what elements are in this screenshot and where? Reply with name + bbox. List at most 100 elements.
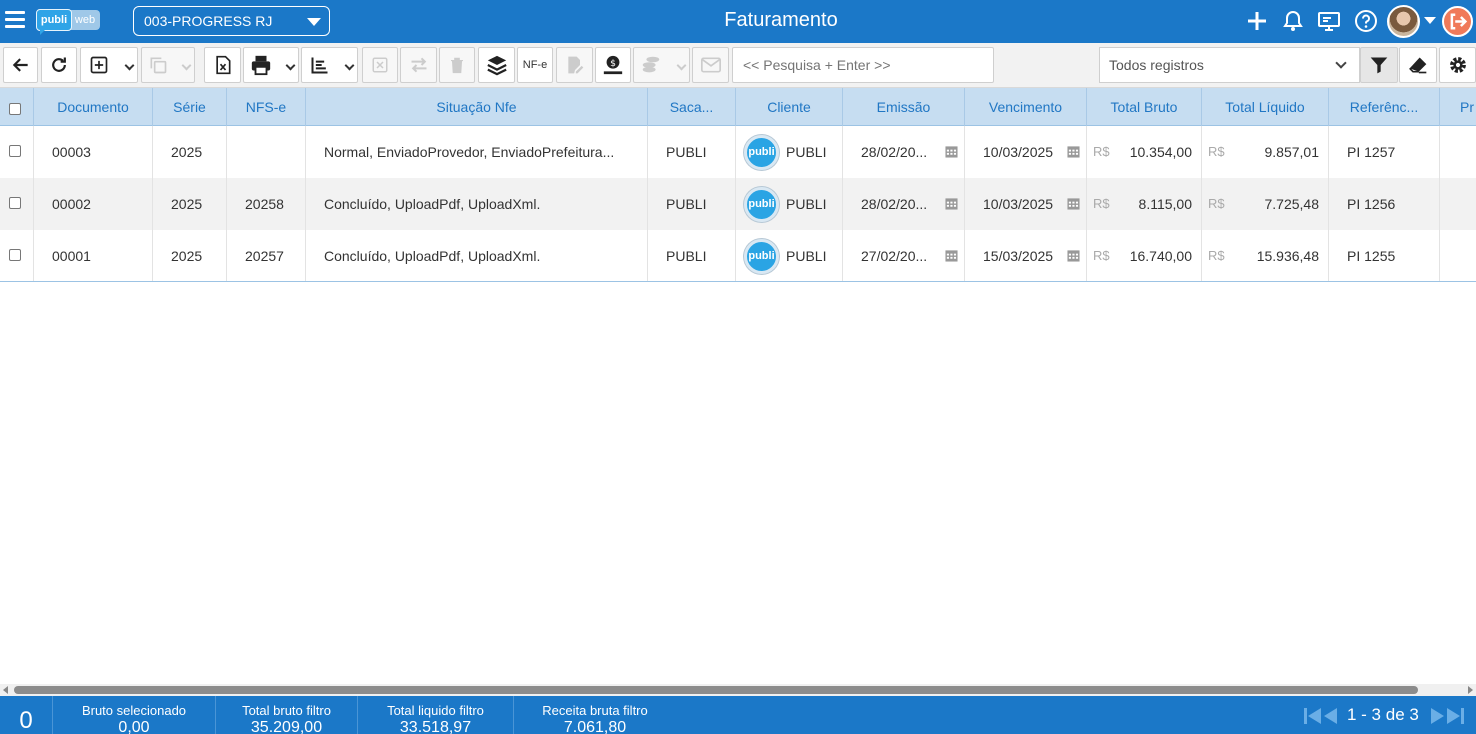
cell-total-liquido: R$ 15.936,48 bbox=[1201, 230, 1328, 281]
col-header-documento[interactable]: Documento bbox=[33, 88, 152, 126]
user-menu-caret-icon[interactable] bbox=[1424, 17, 1436, 24]
copy-button[interactable] bbox=[141, 47, 195, 83]
records-filter-select[interactable]: Todos registros bbox=[1099, 47, 1360, 83]
monitor-icon[interactable] bbox=[1317, 9, 1341, 33]
receita-bruta-filtro-value: 7.061,80 bbox=[563, 719, 627, 734]
first-page-icon[interactable] bbox=[1304, 707, 1322, 725]
row-checkbox[interactable] bbox=[9, 249, 21, 261]
filter-button[interactable] bbox=[1360, 47, 1398, 83]
cell-documento: 00001 bbox=[33, 230, 152, 281]
cell-referencia: PI 1256 bbox=[1328, 178, 1439, 230]
col-header-referencia[interactable]: Referênc... bbox=[1328, 88, 1439, 126]
row-checkbox[interactable] bbox=[9, 197, 21, 209]
sort-button[interactable] bbox=[301, 47, 358, 83]
print-button[interactable] bbox=[243, 47, 299, 83]
envelope-icon bbox=[700, 57, 721, 73]
settings-button[interactable] bbox=[1439, 47, 1476, 83]
add-button[interactable] bbox=[80, 47, 138, 83]
nfe-button[interactable]: NF-e bbox=[517, 47, 553, 83]
plus-icon[interactable] bbox=[1245, 9, 1269, 33]
scroll-right-icon[interactable] bbox=[1468, 686, 1473, 694]
calendar-icon[interactable] bbox=[945, 145, 958, 158]
app-logo[interactable]: web publi bbox=[36, 9, 100, 35]
clear-filter-button[interactable] bbox=[1399, 47, 1437, 83]
payment-button[interactable]: $ bbox=[595, 47, 631, 83]
cell-emissao[interactable]: 27/02/20... bbox=[842, 230, 964, 281]
edit-document-button[interactable] bbox=[556, 47, 593, 83]
row-checkbox[interactable] bbox=[9, 145, 21, 157]
eraser-icon bbox=[1409, 57, 1427, 74]
selected-count: 0 bbox=[0, 696, 53, 734]
export-excel-button[interactable] bbox=[204, 47, 241, 83]
back-button[interactable] bbox=[3, 47, 38, 83]
scroll-left-icon[interactable] bbox=[3, 686, 8, 694]
cell-serie: 2025 bbox=[152, 230, 226, 281]
cell-total-bruto: R$ 16.740,00 bbox=[1086, 230, 1201, 281]
transfer-button[interactable] bbox=[400, 47, 437, 83]
currency-symbol: R$ bbox=[1208, 248, 1225, 263]
col-header-more[interactable]: Pr bbox=[1439, 88, 1476, 126]
total-bruto-filtro: Total bruto filtro 35.209,00 bbox=[216, 696, 358, 734]
cancel-button[interactable] bbox=[362, 47, 398, 83]
email-button[interactable] bbox=[692, 47, 729, 83]
table-row[interactable]: 00002 2025 20258 Concluído, UploadPdf, U… bbox=[0, 178, 1476, 230]
layers-button[interactable] bbox=[478, 47, 515, 83]
cell-more bbox=[1439, 230, 1476, 281]
search-input[interactable] bbox=[732, 47, 994, 83]
scrollbar-thumb[interactable] bbox=[14, 686, 1418, 694]
company-select[interactable]: 003-PROGRESS RJ bbox=[133, 6, 330, 36]
avatar[interactable] bbox=[1387, 5, 1420, 38]
select-all-checkbox[interactable] bbox=[9, 103, 21, 115]
trash-icon bbox=[451, 57, 463, 74]
svg-text:$: $ bbox=[610, 58, 616, 69]
layers-icon bbox=[486, 55, 507, 76]
refresh-button[interactable] bbox=[41, 47, 77, 83]
calendar-icon[interactable] bbox=[1067, 145, 1080, 158]
calendar-icon[interactable] bbox=[1067, 249, 1080, 262]
col-header-vencimento[interactable]: Vencimento bbox=[964, 88, 1086, 126]
receita-bruta-filtro: Receita bruta filtro 7.061,80 bbox=[514, 696, 676, 734]
cell-referencia: PI 1255 bbox=[1328, 230, 1439, 281]
table-row[interactable]: 00001 2025 20257 Concluído, UploadPdf, U… bbox=[0, 230, 1476, 281]
col-header-cliente[interactable]: Cliente bbox=[735, 88, 842, 126]
prev-page-icon[interactable] bbox=[1324, 707, 1338, 725]
grid-header: Documento Série NFS-e Situação Nfe Saca.… bbox=[0, 88, 1476, 126]
calendar-icon[interactable] bbox=[945, 197, 958, 210]
col-header-serie[interactable]: Série bbox=[152, 88, 226, 126]
receita-bruta-filtro-label: Receita bruta filtro bbox=[542, 703, 648, 718]
cell-emissao[interactable]: 28/02/20... bbox=[842, 126, 964, 178]
bell-icon[interactable] bbox=[1281, 9, 1305, 33]
menu-icon[interactable] bbox=[5, 11, 25, 29]
cell-vencimento[interactable]: 10/03/2025 bbox=[964, 126, 1086, 178]
logo-publi-text: publi bbox=[36, 9, 72, 31]
nfe-label: NF-e bbox=[522, 59, 548, 71]
pager-text: 1 - 3 de 3 bbox=[1347, 705, 1419, 724]
delete-button[interactable] bbox=[439, 47, 475, 83]
chevron-down-icon bbox=[181, 60, 192, 71]
caret-down-icon bbox=[307, 18, 321, 26]
cell-emissao[interactable]: 28/02/20... bbox=[842, 178, 964, 230]
help-icon[interactable] bbox=[1354, 9, 1378, 33]
col-header-sacado[interactable]: Saca... bbox=[647, 88, 735, 126]
cell-nfse: 20257 bbox=[226, 230, 305, 281]
total-liquido-filtro: Total liquido filtro 33.518,97 bbox=[358, 696, 514, 734]
next-page-icon[interactable] bbox=[1430, 707, 1444, 725]
col-header-total-liquido[interactable]: Total Líquido bbox=[1201, 88, 1328, 126]
coins-button[interactable] bbox=[633, 47, 690, 83]
cell-documento: 00002 bbox=[33, 178, 152, 230]
col-header-nfse[interactable]: NFS-e bbox=[226, 88, 305, 126]
cell-vencimento[interactable]: 15/03/2025 bbox=[964, 230, 1086, 281]
money-hand-icon: $ bbox=[603, 55, 623, 75]
logout-button[interactable] bbox=[1442, 6, 1473, 37]
horizontal-scrollbar[interactable] bbox=[0, 684, 1476, 696]
chevron-down-icon bbox=[676, 60, 687, 71]
calendar-icon[interactable] bbox=[1067, 197, 1080, 210]
last-page-icon[interactable] bbox=[1446, 707, 1464, 725]
col-header-situacao[interactable]: Situação Nfe bbox=[305, 88, 647, 126]
col-header-total-bruto[interactable]: Total Bruto bbox=[1086, 88, 1201, 126]
cell-vencimento[interactable]: 10/03/2025 bbox=[964, 178, 1086, 230]
plus-square-icon bbox=[90, 56, 108, 74]
table-row[interactable]: 00003 2025 Normal, EnviadoProvedor, Envi… bbox=[0, 126, 1476, 178]
col-header-emissao[interactable]: Emissão bbox=[842, 88, 964, 126]
calendar-icon[interactable] bbox=[945, 249, 958, 262]
